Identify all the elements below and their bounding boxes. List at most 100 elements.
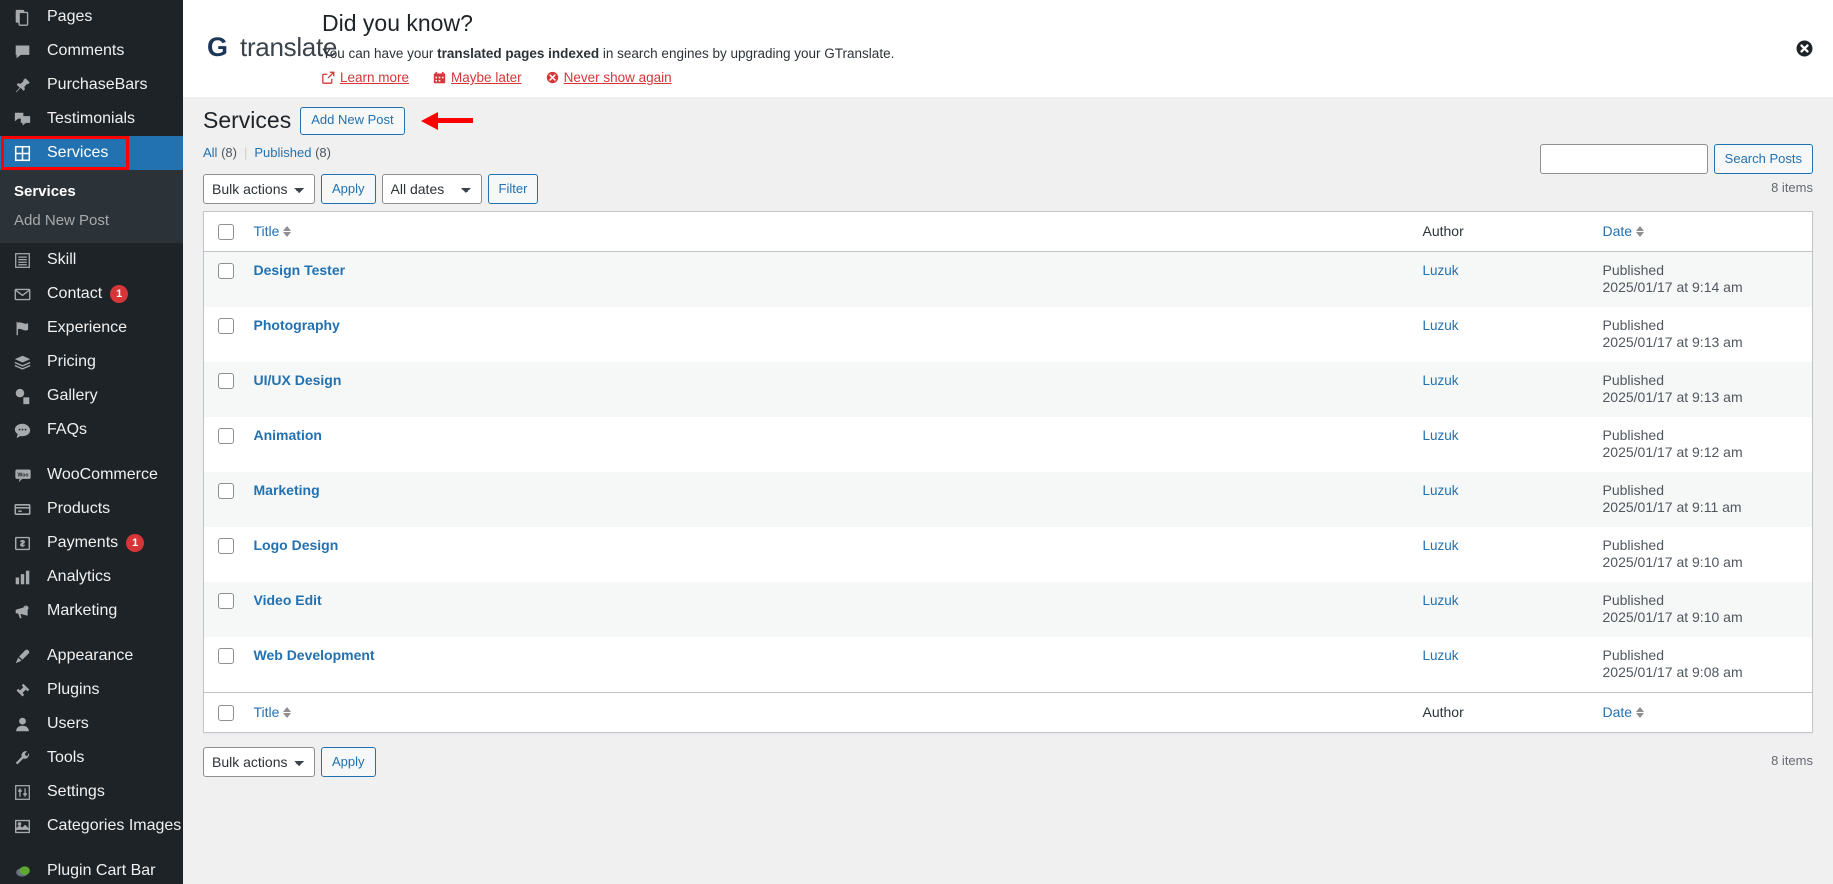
row-select-cell (204, 417, 244, 472)
sidebar-item-label: Gallery (47, 387, 98, 404)
sort-date-link-bottom[interactable]: Date (1603, 704, 1645, 720)
pin-icon (14, 77, 38, 94)
row-checkbox[interactable] (218, 483, 234, 500)
row-date: 2025/01/17 at 9:10 am (1602, 609, 1743, 626)
external-link-icon (322, 71, 335, 84)
view-all-link[interactable]: All (203, 145, 217, 160)
row-select-cell (204, 307, 244, 362)
posts-table: Title Author Date Design Tester Luzuk Publ… (203, 210, 1813, 733)
bulk-actions-select-bottom[interactable]: Bulk actions (203, 746, 315, 777)
row-title-cell: Web Development (244, 637, 1423, 693)
sidebar-item-label: WooCommerce (47, 466, 158, 483)
sidebar-item-label: Users (47, 715, 89, 732)
apply-button-bottom[interactable]: Apply (321, 746, 376, 777)
close-icon[interactable] (1796, 40, 1813, 57)
sidebar-item-contact[interactable]: Contact 1 (0, 277, 183, 311)
row-author-cell: Luzuk (1423, 362, 1603, 417)
sidebar-item-pricing[interactable]: Pricing (0, 345, 183, 379)
row-title-link[interactable]: UI/UX Design (254, 372, 342, 388)
sidebar-item-categories-images[interactable]: Categories Images (0, 809, 183, 843)
sidebar-item-tools[interactable]: Tools (0, 741, 183, 775)
table-body: Design Tester Luzuk Published 2025/01/17 at… (203, 251, 1813, 693)
sidebar-item-plugin-cart-bar[interactable]: Plugin Cart Bar (0, 854, 183, 884)
select-all-checkbox-top[interactable] (218, 224, 234, 241)
row-author-link[interactable]: Luzuk (1423, 593, 1459, 608)
sidebar-item-purchasebars[interactable]: PurchaseBars (0, 68, 183, 102)
table-row: Design Tester Luzuk Published 2025/01/17 at… (203, 251, 1813, 307)
sidebar-item-faqs[interactable]: FAQs (0, 413, 183, 447)
row-status: Published (1602, 316, 1665, 333)
chat-icon (14, 422, 38, 439)
sidebar-item-gallery[interactable]: Gallery (0, 379, 183, 413)
row-select-cell (204, 582, 244, 637)
sidebar-item-services[interactable]: Services (0, 136, 183, 170)
row-author-link[interactable]: Luzuk (1423, 483, 1459, 498)
row-author-link[interactable]: Luzuk (1423, 648, 1459, 663)
row-checkbox[interactable] (218, 648, 234, 665)
sidebar-item-experience[interactable]: Experience (0, 311, 183, 345)
sidebar-item-badge: 1 (126, 534, 145, 552)
row-title-link[interactable]: Video Edit (254, 592, 322, 608)
row-checkbox[interactable] (218, 593, 234, 610)
row-title-link[interactable]: Web Development (254, 647, 375, 663)
sort-title-link-bottom[interactable]: Title (254, 704, 292, 720)
sort-title-link-top[interactable]: Title (254, 223, 292, 239)
bulk-actions-select-top[interactable]: Bulk actions (203, 173, 315, 204)
row-title-link[interactable]: Animation (254, 427, 322, 443)
sidebar-item-payments[interactable]: Payments 1 (0, 526, 183, 560)
sidebar-item-pages[interactable]: Pages (0, 0, 183, 34)
select-all-checkbox-bottom[interactable] (218, 705, 234, 722)
submenu-item-services[interactable]: Services (0, 177, 183, 206)
sidebar-item-label: Testimonials (47, 110, 136, 127)
sidebar-item-appearance[interactable]: Appearance (0, 639, 183, 673)
woo-icon: Woo (14, 467, 38, 484)
row-checkbox[interactable] (218, 428, 234, 445)
row-author-link[interactable]: Luzuk (1423, 373, 1459, 388)
add-new-post-button[interactable]: Add New Post (300, 107, 405, 135)
row-date-cell: Published 2025/01/17 at 9:11 am (1603, 472, 1813, 527)
row-author-link[interactable]: Luzuk (1423, 318, 1459, 333)
row-checkbox[interactable] (218, 538, 234, 555)
sidebar-item-woocommerce[interactable]: Woo WooCommerce (0, 458, 183, 492)
sidebar-item-testimonials[interactable]: Testimonials (0, 102, 183, 136)
sort-date-link-top[interactable]: Date (1603, 223, 1645, 239)
row-checkbox[interactable] (218, 263, 234, 280)
sidebar-item-skill[interactable]: Skill (0, 243, 183, 277)
view-published-link[interactable]: Published (254, 145, 311, 160)
row-author-link[interactable]: Luzuk (1423, 263, 1459, 278)
view-published[interactable]: Published (8) (254, 145, 331, 160)
view-all[interactable]: All (8) (203, 145, 237, 160)
row-checkbox[interactable] (218, 373, 234, 390)
row-title-link[interactable]: Design Tester (254, 262, 346, 278)
sidebar-item-plugins[interactable]: Plugins (0, 673, 183, 707)
never-show-again-label: Never show again (563, 70, 672, 85)
sidebar-item-analytics[interactable]: Analytics (0, 560, 183, 594)
apply-button-top[interactable]: Apply (321, 173, 376, 204)
row-title-link[interactable]: Marketing (254, 482, 320, 498)
row-title-link[interactable]: Logo Design (254, 537, 339, 553)
row-author-link[interactable]: Luzuk (1423, 538, 1459, 553)
search-posts-button[interactable]: Search Posts (1713, 143, 1813, 174)
megaphone-icon (14, 603, 38, 620)
sidebar-item-comments[interactable]: Comments (0, 34, 183, 68)
sidebar-item-users[interactable]: Users (0, 707, 183, 741)
row-title-cell: Animation (244, 417, 1423, 472)
sort-indicator-icon (283, 225, 292, 237)
filter-button[interactable]: Filter (487, 173, 539, 204)
items-count-bottom: 8 items (1771, 752, 1813, 768)
row-select-cell (204, 527, 244, 582)
row-title-cell: Video Edit (244, 582, 1423, 637)
never-show-again-link[interactable]: Never show again (546, 70, 672, 85)
learn-more-link[interactable]: Learn more (322, 70, 409, 85)
search-input[interactable] (1539, 143, 1708, 174)
sidebar-item-products[interactable]: Products (0, 492, 183, 526)
row-title-link[interactable]: Photography (254, 317, 340, 333)
sidebar-item-marketing[interactable]: Marketing (0, 594, 183, 628)
sidebar-item-settings[interactable]: Settings (0, 775, 183, 809)
row-author-link[interactable]: Luzuk (1423, 428, 1459, 443)
date-filter-select[interactable]: All dates (381, 173, 482, 204)
submenu-item-add-new-post[interactable]: Add New Post (0, 206, 183, 235)
user-icon (14, 716, 38, 733)
row-checkbox[interactable] (218, 318, 234, 335)
maybe-later-link[interactable]: Maybe later (433, 70, 522, 85)
